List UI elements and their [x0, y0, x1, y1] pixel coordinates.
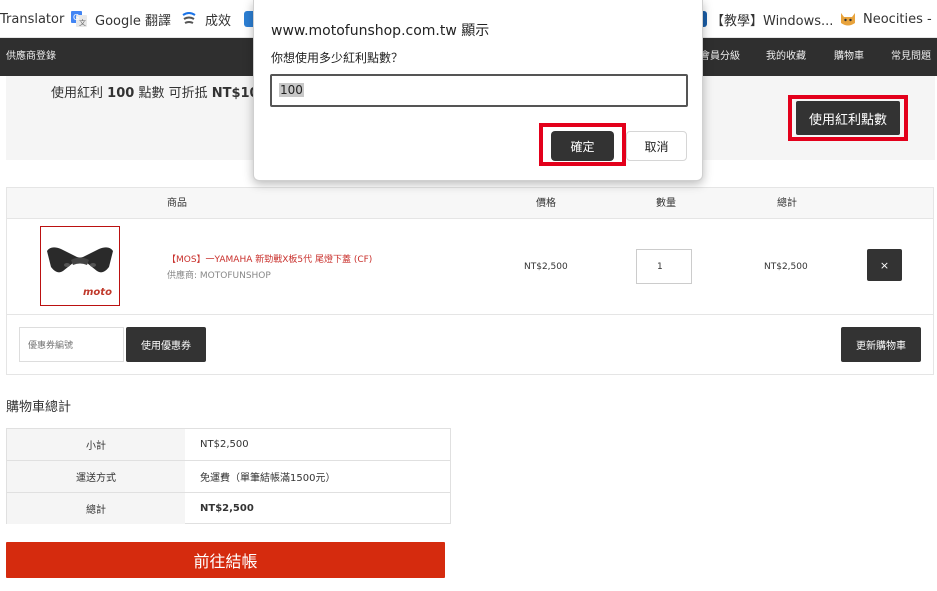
points-amount: 100 — [107, 86, 135, 101]
totals-value: NT$2,500 — [200, 439, 249, 450]
bookmark-label: Translator — [0, 11, 65, 27]
totals-value: NT$2,500 — [200, 503, 254, 514]
coupon-input[interactable]: 優惠券編號 — [19, 327, 124, 362]
totals-label: 總計 — [7, 493, 185, 524]
header-quantity: 數量 — [656, 198, 676, 209]
points-summary: 使用紅利 100 點數 可折抵 NT$100 — [51, 86, 268, 101]
bookmark-label: Neocities - D — [863, 11, 937, 27]
totals-row-shipping: 運送方式 免運費（單筆結帳滿1500元） — [7, 461, 450, 493]
header-price: 價格 — [536, 198, 556, 209]
bookmark-google-translate[interactable]: G文 Google 翻譯 — [71, 0, 171, 38]
bookmark-label: 【教學】Windows... — [711, 13, 834, 29]
bookmark-windows-tutorial[interactable]: 【教學】Windows... — [697, 0, 833, 38]
dialog-input[interactable]: 100 — [270, 74, 688, 107]
svg-text:文: 文 — [79, 18, 86, 27]
product-image-watermark: moto — [83, 287, 112, 298]
cart-table: 商品 價格 數量 總計 moto 【MOS】一YAMAHA 新勁戰X板5代 尾燈… — [6, 187, 934, 375]
bookmark-performance[interactable]: 成效 — [181, 0, 231, 38]
bookmark-label: 成效 — [205, 13, 232, 29]
totals-label: 運送方式 — [7, 461, 185, 492]
analytics-icon — [181, 11, 197, 27]
dialog-cancel-button[interactable]: 取消 — [626, 131, 687, 161]
close-icon: × — [879, 258, 890, 272]
nav-supplier-login[interactable]: 供應商登錄 — [6, 38, 56, 76]
totals-label: 小計 — [7, 429, 185, 460]
update-cart-button[interactable]: 更新購物車 — [841, 327, 921, 362]
remove-item-button[interactable]: × — [867, 249, 902, 281]
product-price: NT$2,500 — [524, 262, 568, 272]
bookmark-translator[interactable]: Translator — [0, 0, 64, 38]
product-name-link[interactable]: 【MOS】一YAMAHA 新勁戰X板5代 尾燈下蓋 (CF) — [167, 252, 372, 265]
nav-my-favorites[interactable]: 我的收藏 — [766, 38, 806, 76]
cart-totals-table: 小計 NT$2,500 運送方式 免運費（單筆結帳滿1500元） 總計 NT$2… — [6, 428, 451, 524]
cat-icon — [839, 11, 855, 27]
dialog-input-value: 100 — [279, 83, 304, 97]
header-product: 商品 — [167, 198, 187, 209]
totals-row-grand-total: 總計 NT$2,500 — [7, 493, 450, 525]
bookmark-label: Google 翻譯 — [95, 13, 171, 29]
bookmark-neocities[interactable]: Neocities - D — [839, 0, 937, 38]
header-total: 總計 — [777, 198, 797, 209]
prompt-dialog: www.motofunshop.com.tw 顯示 你想使用多少紅利點數？ 10… — [253, 0, 703, 181]
dialog-ok-button[interactable]: 確定 — [551, 131, 614, 161]
dialog-message: 你想使用多少紅利點數？ — [271, 51, 404, 65]
google-translate-icon: G文 — [71, 11, 87, 27]
row-divider — [7, 314, 933, 315]
totals-value: 免運費（單筆結帳滿1500元） — [200, 473, 336, 484]
nav-member-levels[interactable]: 會員分級 — [700, 38, 740, 76]
totals-row-subtotal: 小計 NT$2,500 — [7, 429, 450, 461]
checkout-button[interactable]: 前往結帳 — [6, 542, 445, 578]
cart-totals-title: 購物車總計 — [6, 400, 72, 415]
apply-coupon-button[interactable]: 使用優惠券 — [126, 327, 206, 362]
quantity-input[interactable]: 1 — [636, 249, 692, 284]
dialog-origin: www.motofunshop.com.tw 顯示 — [271, 23, 490, 39]
product-line-total: NT$2,500 — [764, 262, 808, 272]
product-supplier: 供應商: MOTOFUNSHOP — [167, 271, 271, 281]
cart-header-row: 商品 價格 數量 總計 — [7, 188, 933, 219]
nav-faq[interactable]: 常見問題 — [891, 38, 931, 76]
nav-cart[interactable]: 購物車 — [834, 38, 864, 76]
product-image[interactable]: moto — [40, 226, 120, 306]
use-points-button[interactable]: 使用紅利點數 — [796, 101, 900, 135]
